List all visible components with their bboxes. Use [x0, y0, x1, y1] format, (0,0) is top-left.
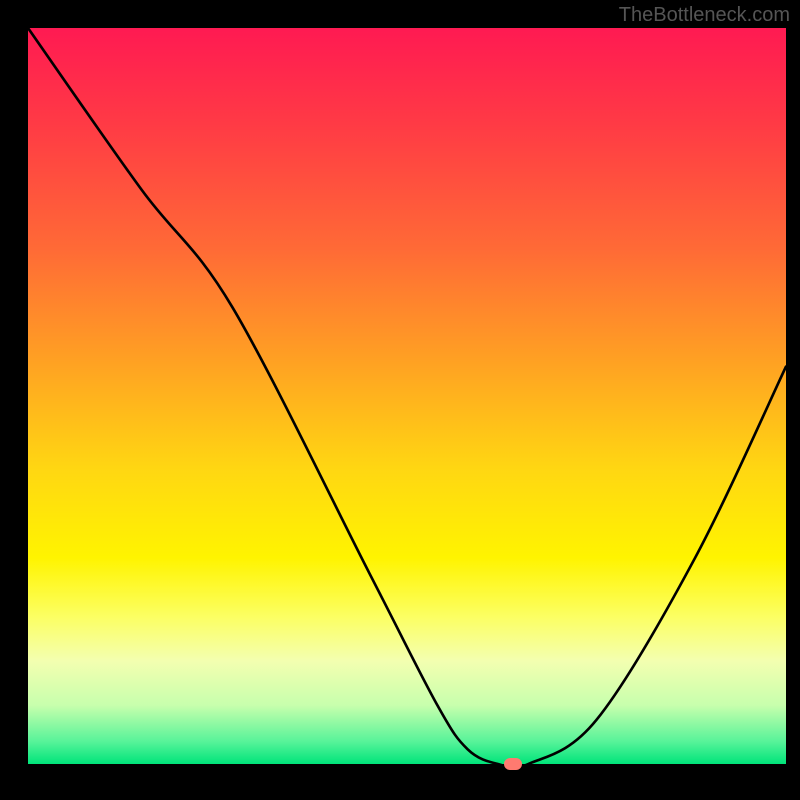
watermark-text: TheBottleneck.com	[619, 4, 790, 27]
chart-container: TheBottleneck.com	[0, 0, 800, 800]
curve-path	[28, 28, 786, 768]
bottleneck-curve	[28, 28, 786, 764]
marker-dot	[504, 758, 522, 770]
plot-area	[28, 28, 786, 764]
